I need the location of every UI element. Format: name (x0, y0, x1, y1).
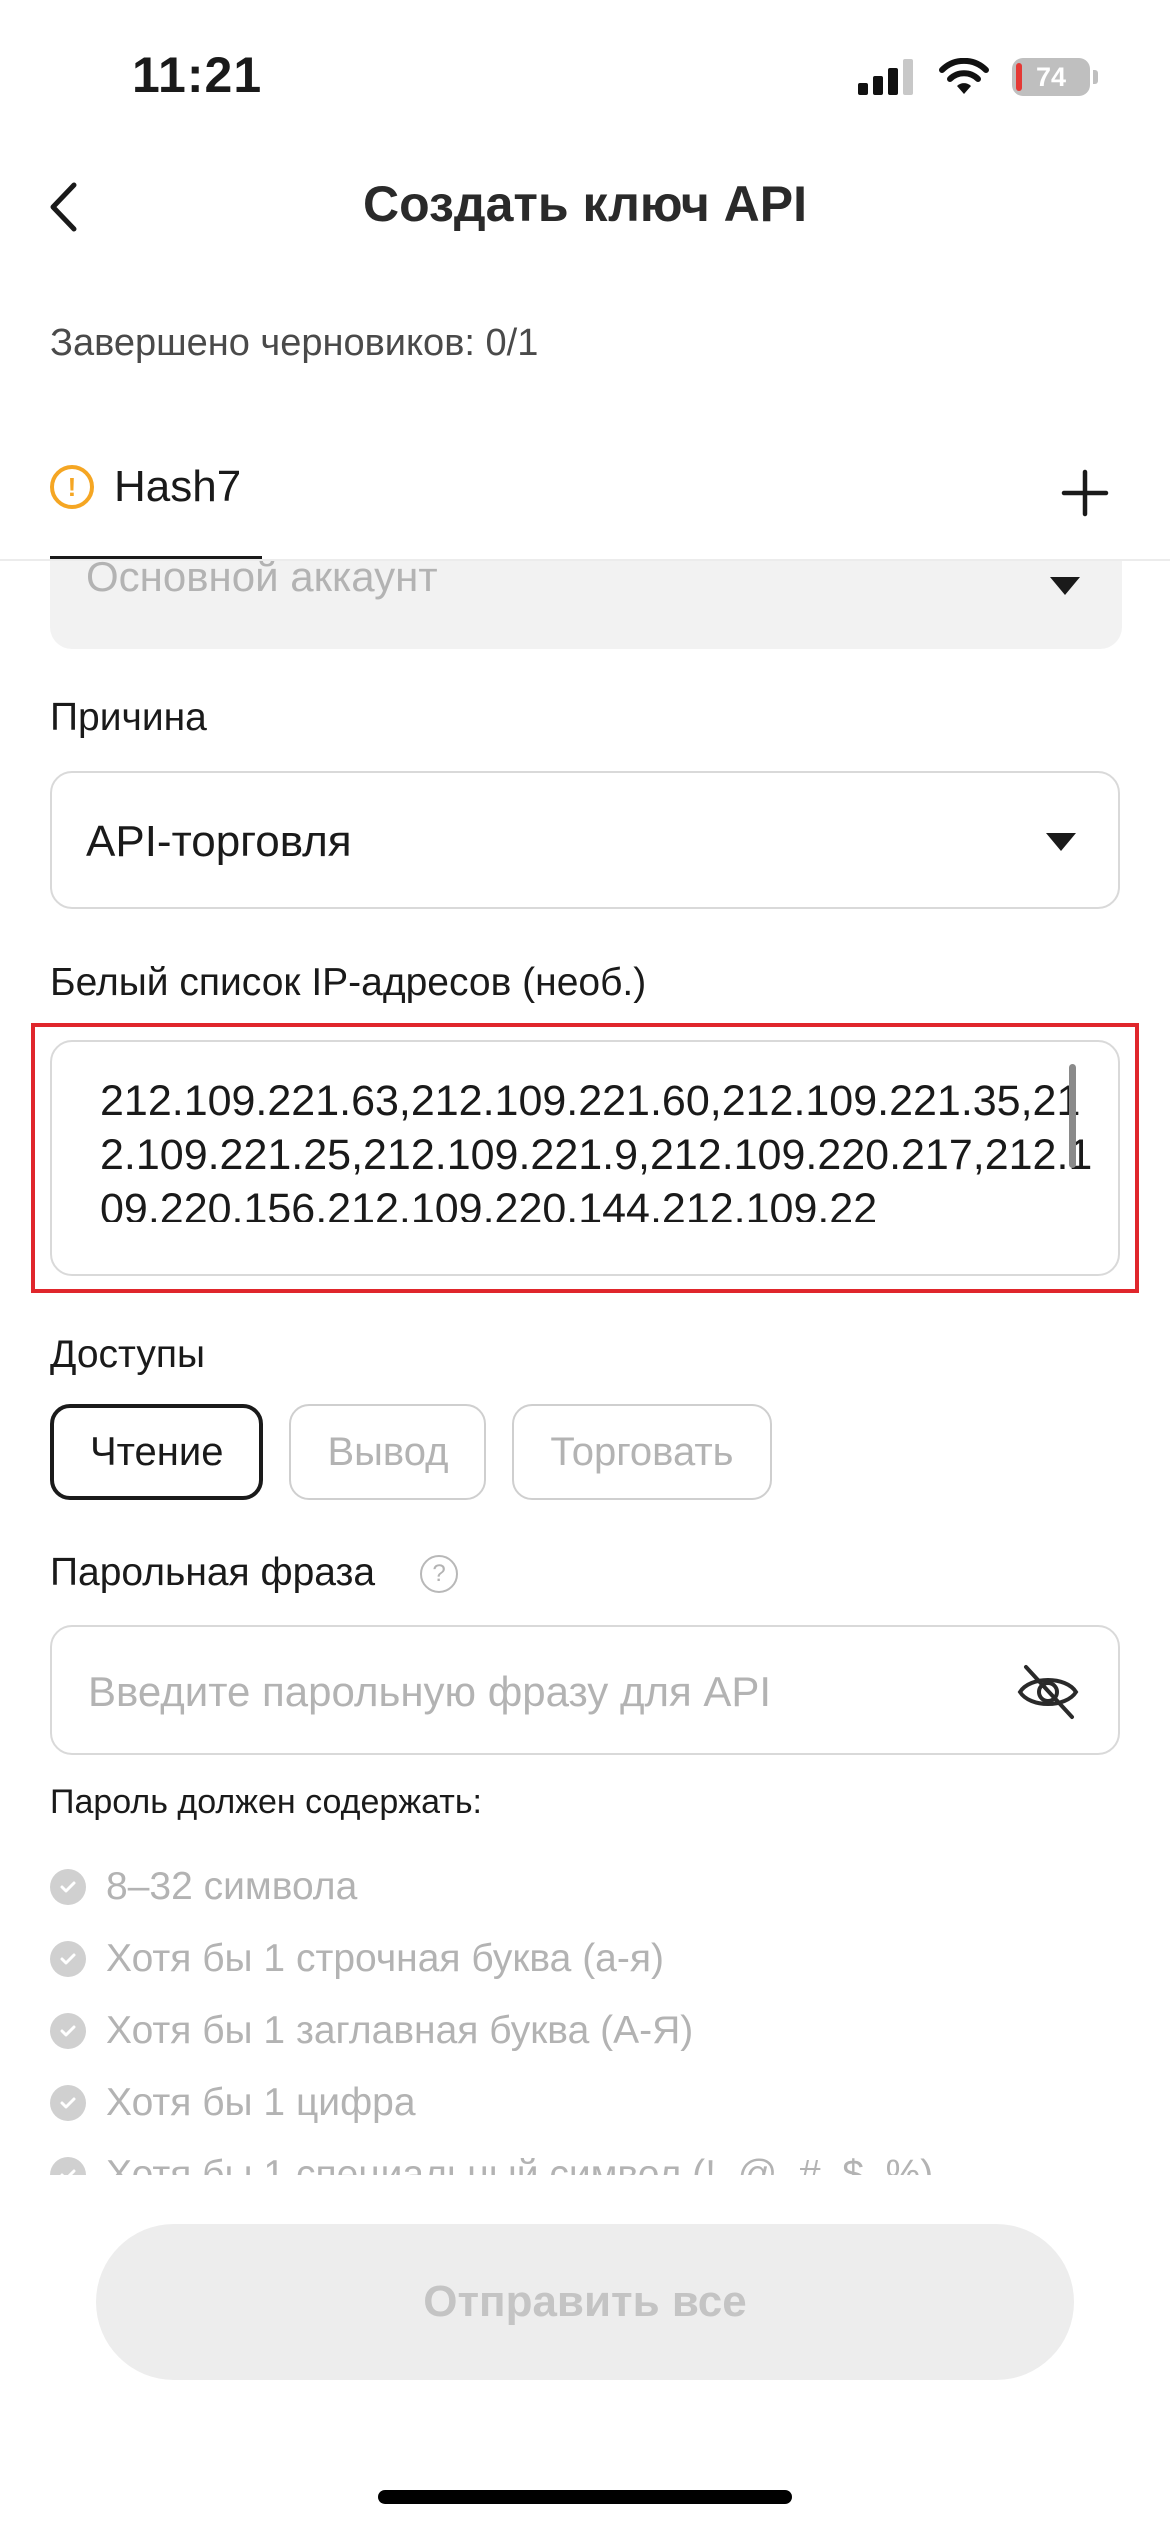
check-circle-icon (50, 1869, 86, 1905)
account-select-value: Основной аккаунт (86, 561, 438, 600)
requirement-item: Хотя бы 1 заглавная буква (А-Я) (50, 1995, 933, 2067)
toggle-visibility-button[interactable] (1016, 1663, 1080, 1721)
textarea-scrollbar[interactable] (1069, 1064, 1076, 1168)
battery-icon: 74 (1012, 58, 1098, 96)
help-icon[interactable]: ? (420, 1555, 458, 1593)
check-circle-icon (50, 2013, 86, 2049)
status-icons: 74 (858, 52, 1098, 102)
tab-label: Hash7 (114, 462, 242, 511)
account-select: Основной аккаунт (50, 561, 1122, 649)
form-content[interactable]: Основной аккаунт Причина API-торговля Бе… (0, 561, 1170, 2175)
password-requirements-title: Пароль должен содержать: (50, 1783, 482, 1821)
passphrase-field[interactable] (50, 1625, 1120, 1755)
requirement-text: Хотя бы 1 цифра (106, 2081, 416, 2124)
passphrase-input[interactable] (86, 1659, 990, 1725)
plus-icon (1061, 469, 1109, 517)
draft-tabs: ! Hash7 (0, 448, 1170, 561)
requirement-text: Хотя бы 1 заглавная буква (А-Я) (106, 2009, 694, 2052)
submit-all-button[interactable]: Отправить все (96, 2224, 1074, 2380)
battery-low-indicator (1016, 63, 1022, 91)
requirement-item: 8–32 символа (50, 1851, 933, 1923)
ip-whitelist-textarea[interactable]: 212.109.221.63,212.109.221.60,212.109.22… (50, 1040, 1120, 1276)
check-circle-icon (50, 2157, 86, 2175)
ip-whitelist-value: 212.109.221.63,212.109.221.60,212.109.22… (100, 1077, 1093, 1222)
status-time: 11:21 (132, 47, 263, 103)
wifi-icon (939, 58, 989, 94)
requirement-text: Хотя бы 1 строчная буква (а-я) (106, 1937, 664, 1980)
ip-whitelist-label: Белый список IP-адресов (необ.) (50, 961, 647, 1004)
caret-down-icon (1046, 833, 1076, 851)
reason-select-value: API-торговля (86, 817, 352, 866)
warning-icon: ! (50, 465, 94, 509)
reason-select[interactable]: API-торговля (50, 771, 1120, 909)
eye-off-icon (1017, 1665, 1079, 1719)
page-title: Создать ключ API (363, 176, 807, 232)
permissions-label: Доступы (50, 1333, 205, 1376)
cellular-signal-icon (858, 59, 913, 95)
requirement-text: 8–32 символа (106, 1865, 358, 1908)
passphrase-label: Парольная фраза (50, 1551, 376, 1594)
check-circle-icon (50, 1941, 86, 1977)
password-requirements-list: 8–32 символа Хотя бы 1 строчная буква (а… (50, 1851, 933, 2175)
add-tab-button[interactable] (1060, 468, 1110, 518)
check-circle-icon (50, 2085, 86, 2121)
permission-read-chip[interactable]: Чтение (50, 1404, 264, 1500)
screen: 11:21 74 Создать ключ API Завершено черн… (0, 0, 1170, 2532)
reason-label: Причина (50, 696, 207, 739)
caret-down-icon (1050, 577, 1080, 595)
requirement-item: Хотя бы 1 специальный символ (!, @, #, $… (50, 2139, 933, 2175)
permissions-options: Чтение Вывод Торговать (50, 1404, 772, 1500)
battery-level: 74 (1035, 61, 1067, 92)
permission-withdraw-chip[interactable]: Вывод (289, 1404, 487, 1500)
home-indicator[interactable] (378, 2490, 792, 2504)
requirement-item: Хотя бы 1 цифра (50, 2067, 933, 2139)
permission-trade-chip[interactable]: Торговать (512, 1404, 772, 1500)
requirement-item: Хотя бы 1 строчная буква (а-я) (50, 1923, 933, 1995)
requirement-text: Хотя бы 1 специальный символ (!, @, #, $… (106, 2153, 934, 2175)
tab-hash7[interactable]: ! Hash7 (50, 462, 241, 512)
drafts-counter: Завершено черновиков: 0/1 (50, 322, 539, 364)
